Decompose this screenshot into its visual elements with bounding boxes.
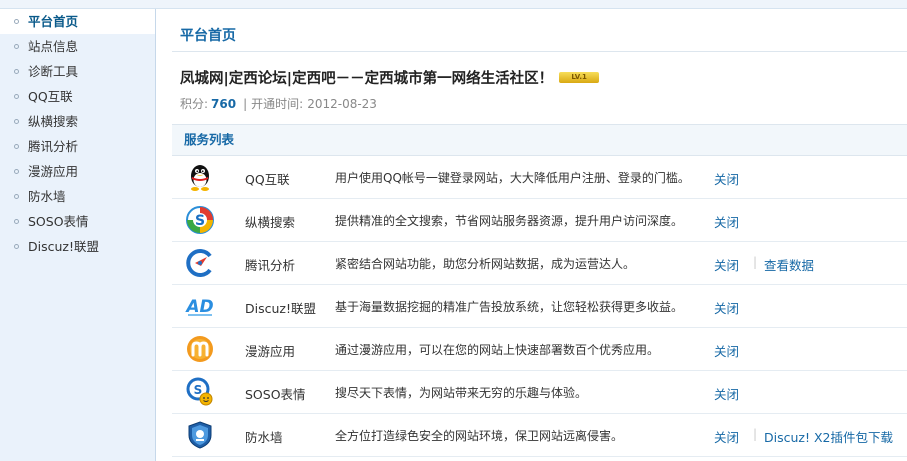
sidebar-item-label: QQ互联 <box>28 89 73 104</box>
top-bar <box>0 0 907 9</box>
action-divider: | <box>753 427 758 441</box>
service-name: 腾讯分析 <box>245 258 296 273</box>
bullet-icon <box>14 69 19 74</box>
service-description: 用户使用QQ帐号一键登录网站，大大降低用户注册、登录的门槛。 <box>335 171 690 185</box>
title-divider <box>172 51 907 52</box>
soso-emoticon-icon: S <box>186 377 213 406</box>
firewall-shield-icon <box>188 421 212 449</box>
site-name-text: 凤城网|定西论坛|定西吧－－定西城市第一网络生活社区！ <box>180 71 554 87</box>
service-row-search: S 纵横搜索 提供精准的全文搜索，节省网站服务器资源，提升用户访问深度。 关闭 <box>172 199 907 242</box>
bullet-icon <box>14 19 19 24</box>
sidebar-item-manyou[interactable]: 漫游应用 <box>0 159 155 184</box>
service-row-soso-emoticons: S SOSO表情 搜尽天下表情，为网站带来无穷的乐趣与体验。 关闭 <box>172 371 907 414</box>
service-name: 防水墙 <box>245 430 283 445</box>
close-service-link[interactable]: 关闭 <box>714 384 739 403</box>
sidebar-item-label: 站点信息 <box>28 39 79 54</box>
sidebar-item-label: 平台首页 <box>28 14 79 29</box>
service-description: 紧密结合网站功能，助您分析网站数据，成为运营达人。 <box>335 257 636 271</box>
sidebar-item-label: Discuz!联盟 <box>28 239 99 254</box>
bullet-icon <box>14 44 19 49</box>
bullet-icon <box>14 194 19 199</box>
bullet-icon <box>14 144 19 149</box>
tencent-analytics-icon <box>186 249 212 277</box>
sidebar-nav: 平台首页 站点信息 诊断工具 QQ互联 纵横搜索 腾讯分析 漫游应用 防水墙 S… <box>0 9 155 259</box>
level-badge-icon: LV.1 <box>559 71 600 83</box>
ad-icon: AD <box>185 297 214 317</box>
service-name: QQ互联 <box>245 172 290 187</box>
service-description: 基于海量数据挖掘的精准广告投放系统，让您轻松获得更多收益。 <box>335 300 684 314</box>
plugin-download-link[interactable]: Discuz! X2插件包下载 <box>764 427 893 446</box>
service-description: 全方位打造绿色安全的网站环境，保卫网站远离侵害。 <box>335 429 624 443</box>
service-list-header: 服务列表 <box>172 124 907 156</box>
close-service-link[interactable]: 关闭 <box>714 341 739 360</box>
sidebar-item-firewall[interactable]: 防水墙 <box>0 184 155 209</box>
bullet-icon <box>14 119 19 124</box>
service-row-qq-connect: QQ互联 用户使用QQ帐号一键登录网站，大大降低用户注册、登录的门槛。 关闭 <box>172 156 907 199</box>
bullet-icon <box>14 94 19 99</box>
sidebar-item-search[interactable]: 纵横搜索 <box>0 109 155 134</box>
sidebar-item-soso-emoticons[interactable]: SOSO表情 <box>0 209 155 234</box>
sidebar-item-label: 诊断工具 <box>28 64 79 79</box>
sidebar-item-qq-connect[interactable]: QQ互联 <box>0 84 155 109</box>
sidebar-item-label: 纵横搜索 <box>28 114 79 129</box>
service-name: Discuz!联盟 <box>245 301 316 316</box>
bullet-icon <box>14 169 19 174</box>
sidebar-item-label: 腾讯分析 <box>28 139 79 154</box>
points-value: 760 <box>211 97 237 111</box>
service-row-manyou: 漫游应用 通过漫游应用，可以在您的网站上快速部署数百个优秀应用。 关闭 <box>172 328 907 371</box>
soso-search-icon: S <box>186 206 214 234</box>
sidebar-item-label: 防水墙 <box>28 189 66 204</box>
open-date-label: 开通时间: <box>251 97 304 111</box>
manyou-icon <box>187 336 213 362</box>
svg-text:S: S <box>195 213 205 229</box>
sidebar-item-home[interactable]: 平台首页 <box>0 9 155 34</box>
sidebar-item-diagnostics[interactable]: 诊断工具 <box>0 59 155 84</box>
service-description: 搜尽天下表情，为网站带来无穷的乐趣与体验。 <box>335 386 588 400</box>
site-meta: 积分: 760 | 开通时间: 2012-08-23 <box>180 95 377 112</box>
service-description: 提供精准的全文搜索，节省网站服务器资源，提升用户访问深度。 <box>335 214 684 228</box>
close-service-link[interactable]: 关闭 <box>714 427 739 446</box>
level-badge-text: LV.1 <box>571 72 587 81</box>
service-row-firewall: 防水墙 全方位打造绿色安全的网站环境，保卫网站远离侵害。 关闭 | Discuz… <box>172 414 907 457</box>
close-service-link[interactable]: 关闭 <box>714 212 739 231</box>
service-row-analytics: 腾讯分析 紧密结合网站功能，助您分析网站数据，成为运营达人。 关闭 | 查看数据 <box>172 242 907 285</box>
service-name: 纵横搜索 <box>245 215 296 230</box>
sidebar-item-analytics[interactable]: 腾讯分析 <box>0 134 155 159</box>
qq-penguin-icon <box>191 165 209 191</box>
points-label: 积分: <box>180 97 209 111</box>
sidebar: 平台首页 站点信息 诊断工具 QQ互联 纵横搜索 腾讯分析 漫游应用 防水墙 S… <box>0 9 156 461</box>
open-date-value: 2012-08-23 <box>307 97 377 111</box>
main-content: 平台首页 凤城网|定西论坛|定西吧－－定西城市第一网络生活社区！ LV.1 积分:… <box>156 9 907 461</box>
service-description: 通过漫游应用，可以在您的网站上快速部署数百个优秀应用。 <box>335 343 660 357</box>
page-title: 平台首页 <box>180 28 236 44</box>
sidebar-item-label: 漫游应用 <box>28 164 79 179</box>
sidebar-item-site-info[interactable]: 站点信息 <box>0 34 155 59</box>
site-name: 凤城网|定西论坛|定西吧－－定西城市第一网络生活社区！ LV.1 <box>180 67 600 88</box>
bullet-icon <box>14 244 19 249</box>
sidebar-item-discuz-union[interactable]: Discuz!联盟 <box>0 234 155 259</box>
close-service-link[interactable]: 关闭 <box>714 169 739 188</box>
bullet-icon <box>14 219 19 224</box>
close-service-link[interactable]: 关闭 <box>714 255 739 274</box>
meta-separator: | <box>243 97 248 111</box>
service-list: 服务列表 QQ互联 用户使用QQ帐号一键登录网站，大大降低用户注册、登录的门槛。… <box>172 124 907 457</box>
close-service-link[interactable]: 关闭 <box>714 298 739 317</box>
sidebar-item-label: SOSO表情 <box>28 214 89 229</box>
action-divider: | <box>753 255 758 269</box>
view-data-link[interactable]: 查看数据 <box>764 255 814 274</box>
service-row-discuz-union: AD Discuz!联盟 基于海量数据挖掘的精准广告投放系统，让您轻松获得更多收… <box>172 285 907 328</box>
service-name: SOSO表情 <box>245 387 306 402</box>
service-name: 漫游应用 <box>245 344 296 359</box>
